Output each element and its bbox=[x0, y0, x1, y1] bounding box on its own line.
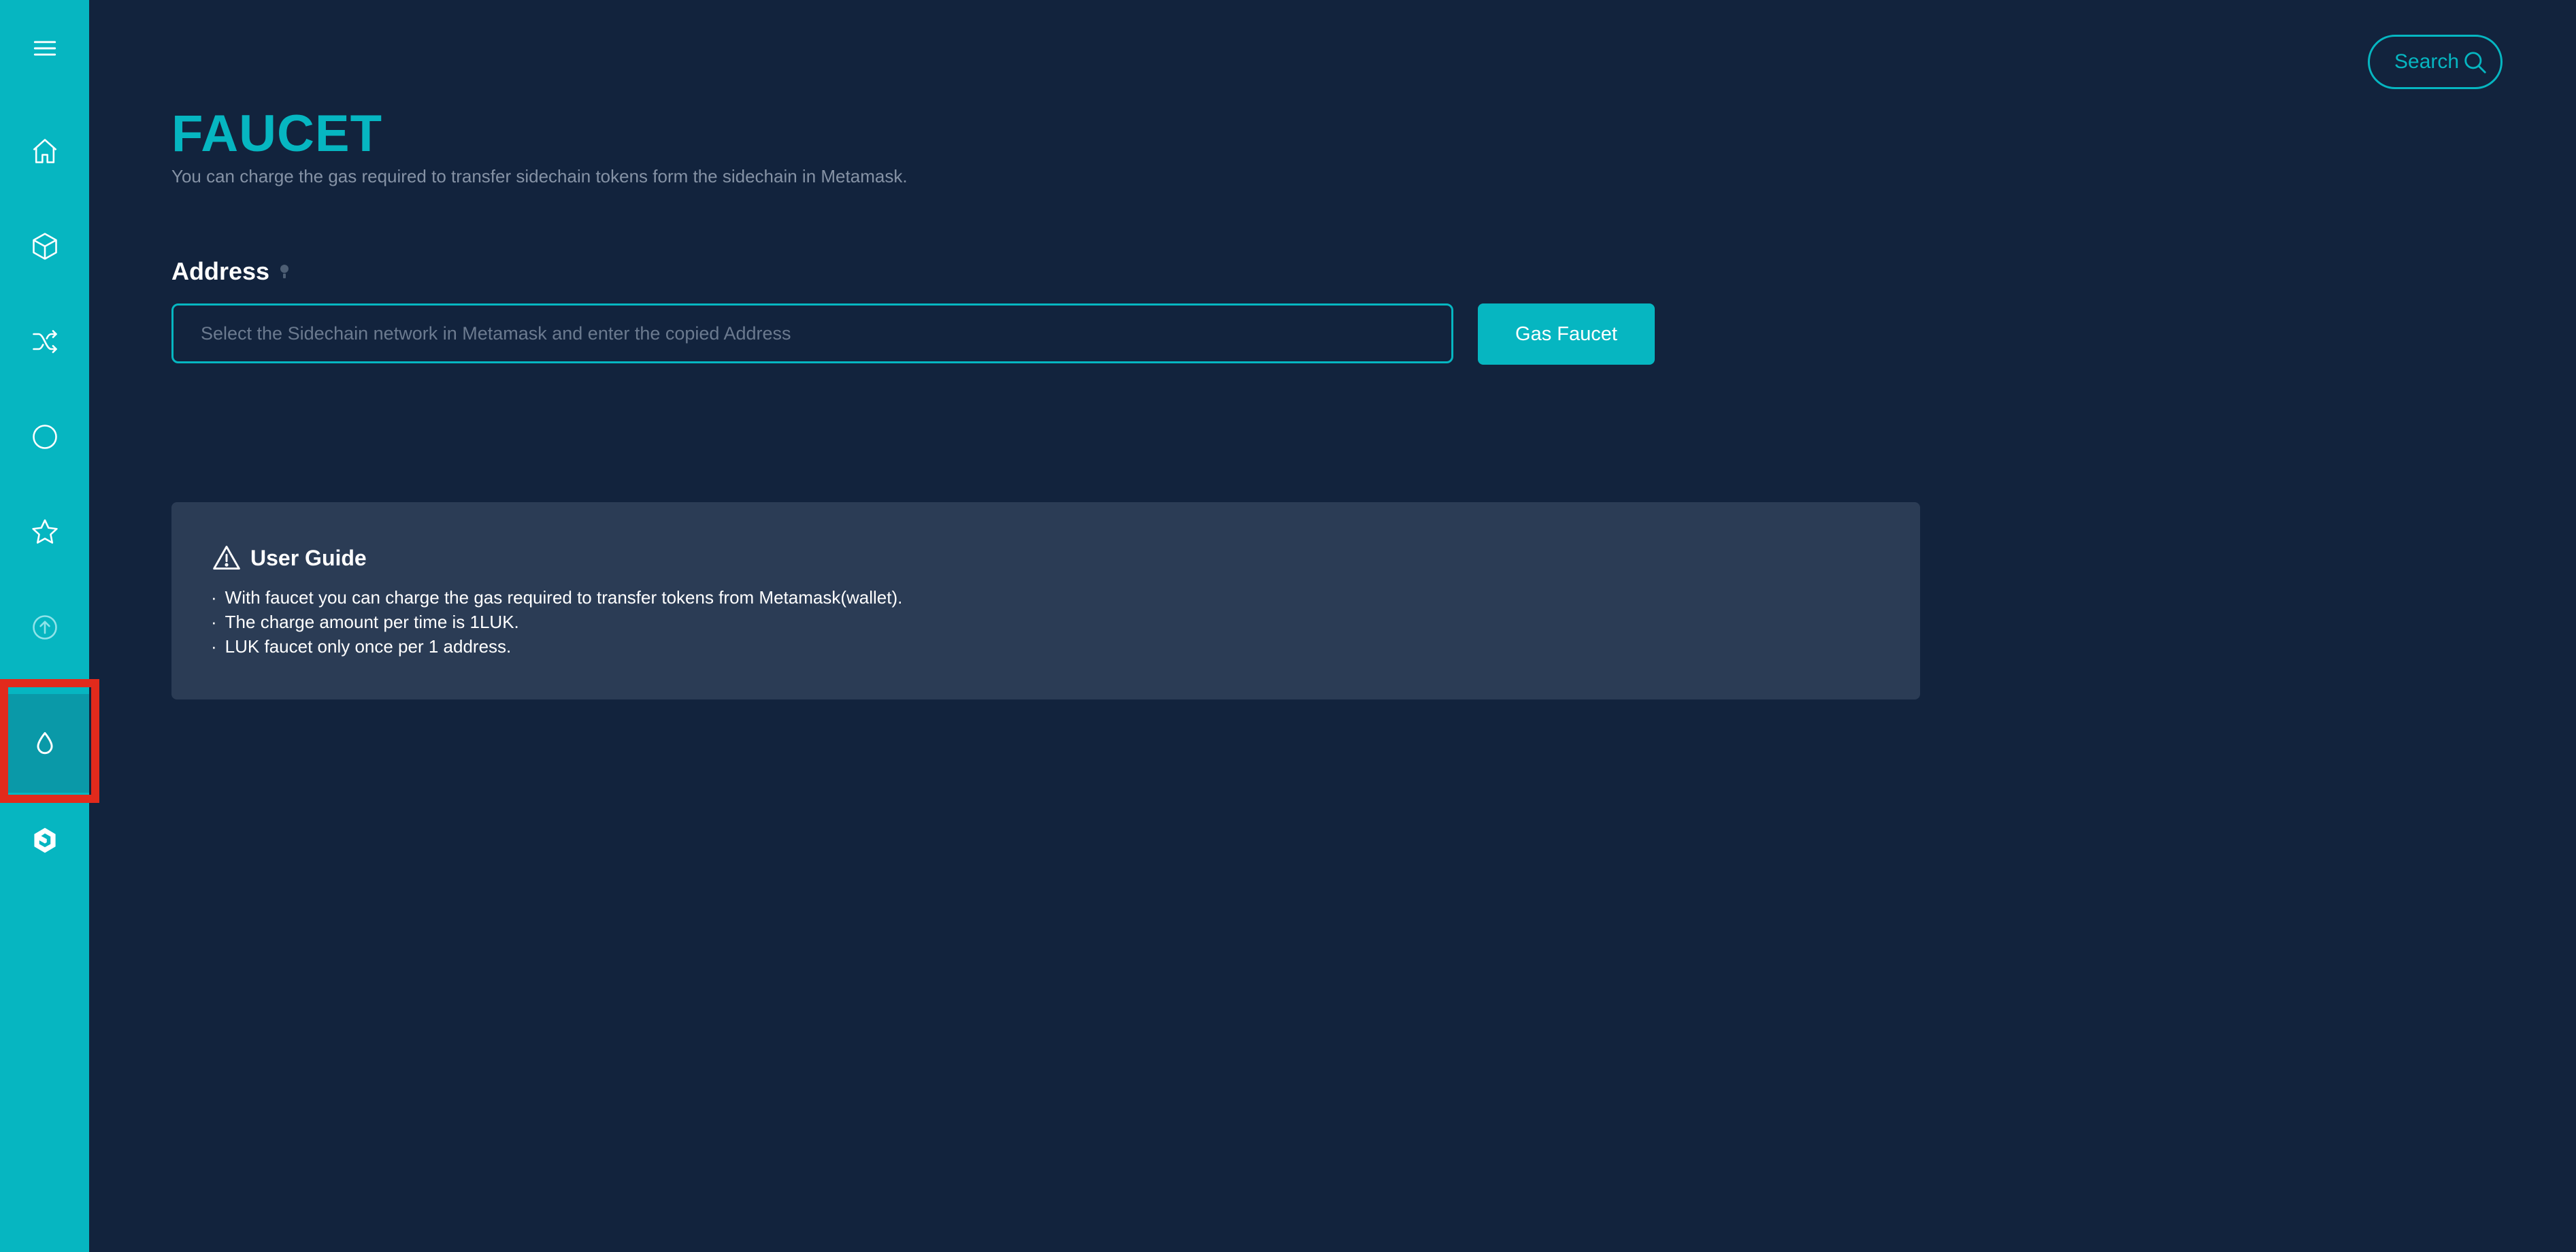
search-button[interactable]: Search bbox=[2368, 35, 2503, 89]
sidebar-item-home[interactable] bbox=[0, 114, 89, 188]
address-label-row: Address bbox=[171, 257, 291, 286]
sidebar bbox=[0, 0, 89, 1252]
star-icon bbox=[31, 519, 58, 544]
warning-icon bbox=[213, 546, 240, 570]
sidebar-item-favorites[interactable] bbox=[0, 495, 89, 570]
address-label: Address bbox=[171, 257, 270, 285]
sidebar-item-logo[interactable] bbox=[0, 803, 89, 878]
list-item: · LUK faucet only once per 1 address. bbox=[211, 636, 512, 657]
help-icon[interactable] bbox=[278, 263, 291, 280]
page-title: FAUCET bbox=[171, 105, 382, 163]
sidebar-item-upload[interactable] bbox=[0, 590, 89, 665]
list-item: · With faucet you can charge the gas requ… bbox=[211, 587, 903, 608]
user-guide-list: · With faucet you can charge the gas requ… bbox=[211, 585, 902, 659]
user-guide-title: User Guide bbox=[250, 545, 367, 570]
sidebar-item-blocks[interactable] bbox=[0, 209, 89, 284]
upload-icon bbox=[32, 615, 57, 640]
user-guide-panel: User Guide · With faucet you can charge t… bbox=[171, 502, 1920, 699]
cube-icon bbox=[32, 233, 57, 260]
sidebar-item-transactions[interactable] bbox=[0, 304, 89, 379]
list-item-text: With faucet you can charge the gas requi… bbox=[225, 587, 903, 608]
list-item: · The charge amount per time is 1LUK. bbox=[211, 612, 519, 632]
sidebar-item-circle[interactable] bbox=[0, 399, 89, 474]
page-subtitle: You can charge the gas required to trans… bbox=[171, 166, 908, 186]
circle-icon bbox=[32, 425, 57, 449]
user-guide-header: User Guide bbox=[211, 543, 367, 573]
search-label: Search bbox=[2394, 50, 2460, 73]
droplet-icon bbox=[36, 731, 53, 754]
menu-button[interactable] bbox=[0, 11, 89, 86]
list-item-text: The charge amount per time is 1LUK. bbox=[225, 612, 519, 632]
gas-faucet-button[interactable]: Gas Faucet bbox=[1478, 303, 1655, 365]
address-input[interactable] bbox=[171, 303, 1453, 363]
home-icon bbox=[33, 139, 56, 163]
logo-icon bbox=[33, 827, 56, 853]
search-icon bbox=[2464, 52, 2486, 73]
shuffle-icon bbox=[32, 330, 57, 353]
sidebar-item-faucet[interactable] bbox=[0, 694, 89, 793]
menu-icon bbox=[33, 41, 56, 56]
list-item-text: LUK faucet only once per 1 address. bbox=[225, 636, 512, 657]
